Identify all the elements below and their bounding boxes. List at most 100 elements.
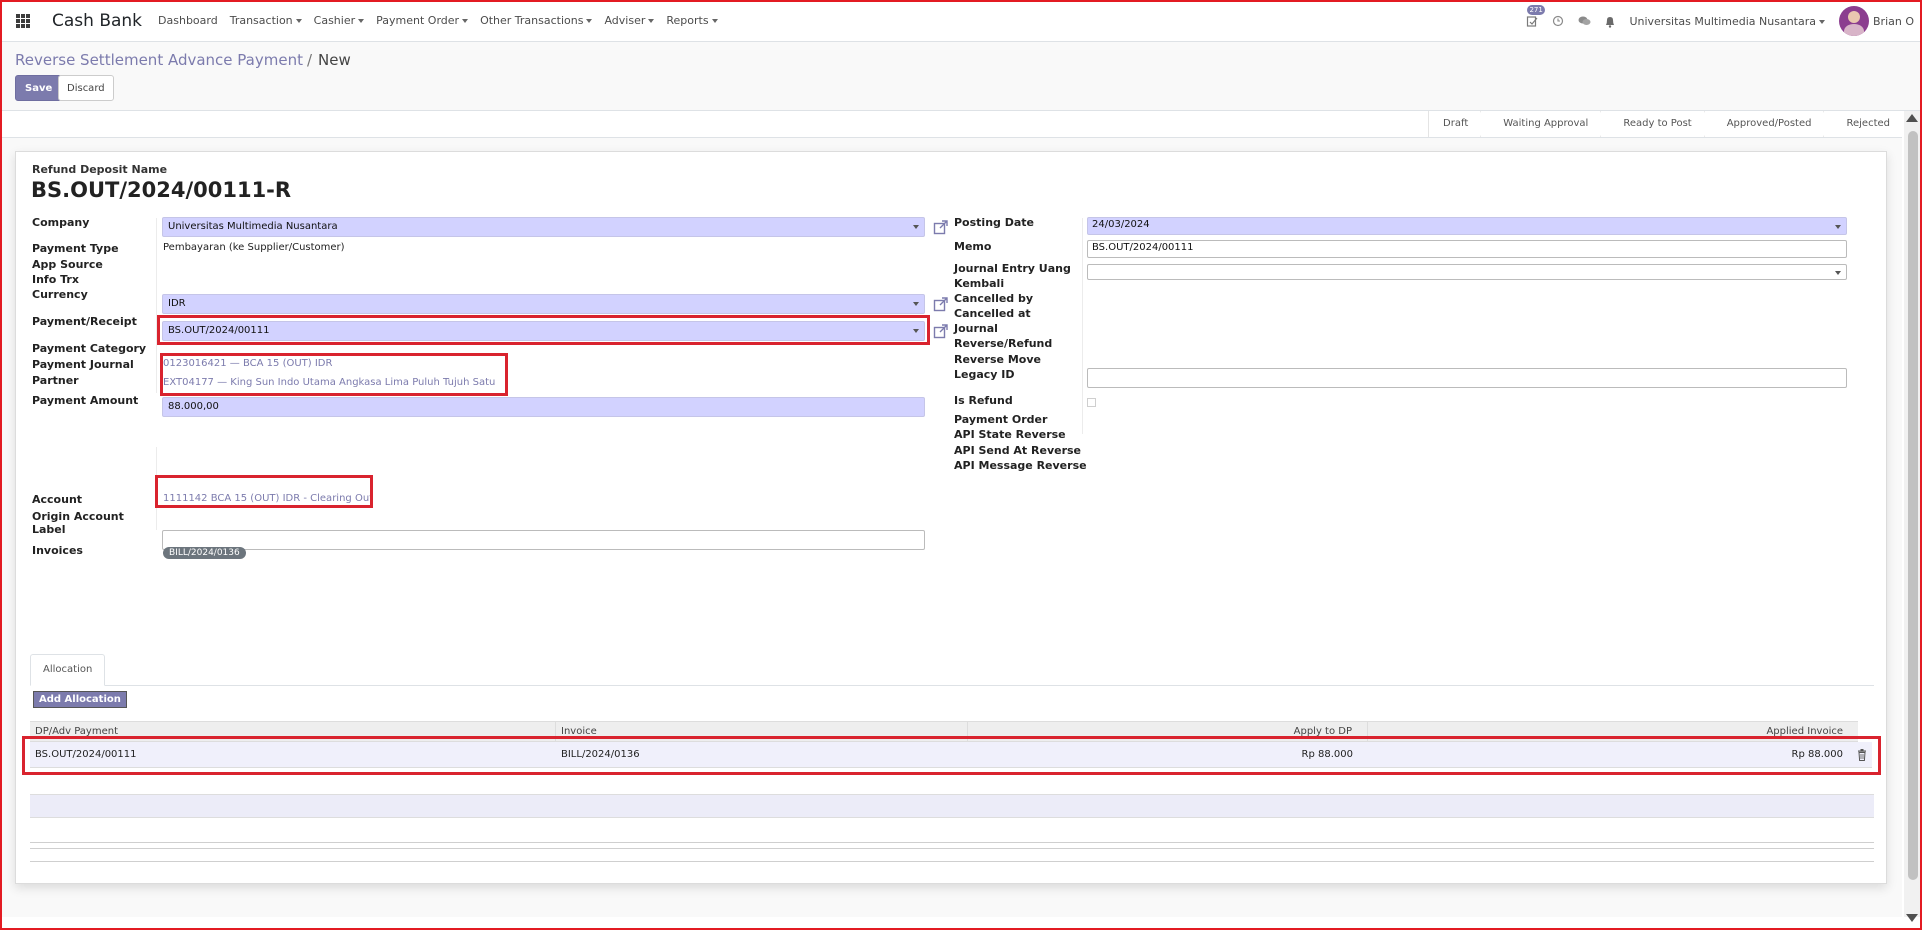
api-state-reverse-label: API State Reverse (954, 428, 1066, 441)
title-label: Refund Deposit Name (32, 163, 168, 176)
reverse-move-label: Reverse Move (954, 353, 1041, 366)
account-link[interactable]: 1111142 BCA 15 (OUT) IDR - Clearing Out (163, 493, 373, 504)
status-bar: Draft Waiting Approval Ready to Post App… (2, 111, 1902, 138)
tabs-baseline (30, 685, 1874, 686)
menu-cashier[interactable]: Cashier (314, 14, 365, 27)
app-name[interactable]: Cash Bank (52, 11, 142, 31)
left-group-separator (156, 218, 157, 393)
status-step-rejected[interactable]: Rejected (1823, 111, 1902, 137)
breadcrumb: Reverse Settlement Advance Payment / New (15, 51, 351, 69)
partner-link[interactable]: EXT04177 — King Sun Indo Utama Angkasa L… (163, 377, 495, 388)
partner-label: Partner (32, 374, 79, 387)
col-dp-adv-payment[interactable]: DP/Adv Payment (30, 722, 556, 742)
is-refund-checkbox[interactable] (1087, 398, 1096, 407)
journal-entry-label: Journal Entry Uang (954, 262, 1071, 275)
table-footer-line-2 (30, 848, 1874, 849)
top-navbar: Cash Bank Dashboard Transaction Cashier … (0, 0, 1922, 42)
col-invoice[interactable]: Invoice (556, 722, 968, 742)
origin-account-label: Origin Account (32, 510, 124, 523)
record-name: BS.OUT/2024/00111-R (31, 178, 292, 202)
activity-icon[interactable]: 271 (1525, 5, 1545, 28)
company-select[interactable]: Universitas Multimedia Nusantara (162, 217, 925, 237)
posting-date-input[interactable]: 24/03/2024 (1087, 217, 1847, 235)
journal-entry-label-2: Kembali (954, 277, 1005, 290)
user-avatar[interactable] (1839, 6, 1869, 36)
add-allocation-button[interactable]: Add Allocation (33, 691, 127, 708)
external-link-icon[interactable] (933, 219, 949, 235)
currency-select[interactable]: IDR (162, 294, 925, 314)
bell-icon[interactable] (1603, 14, 1617, 28)
chevron-down-icon (1819, 19, 1825, 24)
legacy-id-input[interactable] (1087, 368, 1847, 388)
company-label: Company (32, 216, 90, 229)
menu-reports[interactable]: Reports (666, 14, 718, 27)
status-step-ready-to-post[interactable]: Ready to Post (1600, 111, 1711, 137)
status-step-draft[interactable]: Draft (1428, 111, 1487, 137)
chevron-down-icon (913, 302, 919, 306)
company-switcher[interactable]: Universitas Multimedia Nusantara (1629, 15, 1825, 28)
discard-button[interactable]: Discard (58, 75, 114, 101)
col-applied-invoice[interactable]: Applied Invoice (1368, 722, 1858, 742)
payment-amount-label: Payment Amount (32, 394, 139, 407)
main-menu: Dashboard Transaction Cashier Payment Or… (158, 14, 730, 27)
cancelled-at-label: Cancelled at (954, 307, 1031, 320)
table-row[interactable]: BS.OUT/2024/00111 BILL/2024/0136 Rp 88.0… (30, 742, 1872, 768)
table-empty-row (30, 794, 1874, 818)
label-input[interactable] (162, 530, 925, 550)
payment-order-label: Payment Order (954, 413, 1048, 426)
payment-amount-input[interactable]: 88.000,00 (162, 397, 925, 417)
table-bottom-line (30, 861, 1874, 862)
control-panel: Reverse Settlement Advance Payment / New S… (0, 42, 1922, 111)
col-apply-to-dp[interactable]: Apply to DP (968, 722, 1368, 742)
legacy-id-label: Legacy ID (954, 368, 1015, 381)
breadcrumb-parent[interactable]: Reverse Settlement Advance Payment (15, 51, 303, 69)
info-trx-label: Info Trx (32, 273, 79, 286)
chevron-down-icon (358, 19, 365, 23)
menu-payment-order[interactable]: Payment Order (376, 14, 469, 27)
posting-date-label: Posting Date (954, 216, 1035, 229)
chat-icon[interactable] (1577, 14, 1591, 28)
api-send-reverse-label: API Send At Reverse (954, 444, 1082, 457)
external-link-icon[interactable] (933, 323, 949, 339)
cancelled-by-label: Cancelled by (954, 292, 1034, 305)
payment-type-label: Payment Type (32, 242, 119, 255)
payment-receipt-select[interactable]: BS.OUT/2024/00111 (162, 321, 925, 341)
chevron-down-icon (711, 19, 718, 23)
scroll-up-icon[interactable] (1906, 114, 1918, 122)
form-view: Draft Waiting Approval Ready to Post App… (2, 111, 1902, 917)
status-step-waiting-approval[interactable]: Waiting Approval (1480, 111, 1607, 137)
navbar-systray: 271 Universitas Multimedia Nusantara Bri… (1525, 0, 1922, 42)
apps-menu-icon[interactable] (16, 13, 30, 28)
status-step-approved-posted[interactable]: Approved/Posted (1703, 111, 1830, 137)
menu-other-transactions[interactable]: Other Transactions (480, 14, 593, 27)
payment-journal-label: Payment Journal (32, 358, 134, 371)
trash-icon[interactable] (1857, 749, 1867, 761)
save-button[interactable]: Save (15, 75, 63, 101)
scrollbar-thumb[interactable] (1908, 131, 1918, 880)
tab-allocation[interactable]: Allocation (30, 654, 106, 686)
memo-label: Memo (954, 240, 992, 253)
chevron-down-icon (295, 19, 302, 23)
user-name[interactable]: Brian O (1873, 15, 1914, 28)
chevron-down-icon (462, 19, 469, 23)
row-apply-to-dp: Rp 88.000 (1301, 749, 1353, 760)
invoices-label: Invoices (32, 544, 83, 557)
status-steps: Draft Waiting Approval Ready to Post App… (1428, 111, 1902, 137)
app-source-label: App Source (32, 258, 103, 271)
menu-transaction[interactable]: Transaction (230, 14, 302, 27)
invoice-tag[interactable]: BILL/2024/0136 (163, 547, 246, 559)
external-link-icon[interactable] (933, 296, 949, 312)
clock-icon[interactable] (1551, 14, 1565, 28)
payment-journal-link[interactable]: 0123016421 — BCA 15 (OUT) IDR (163, 358, 332, 369)
menu-adviser[interactable]: Adviser (604, 14, 655, 27)
journal-entry-select[interactable] (1087, 264, 1847, 280)
payment-receipt-label: Payment/Receipt (32, 315, 137, 328)
api-message-reverse-label: API Message Reverse (954, 459, 1087, 472)
breadcrumb-current: New (318, 51, 351, 69)
payment-category-label: Payment Category (32, 342, 147, 355)
memo-input[interactable]: BS.OUT/2024/00111 (1087, 240, 1847, 258)
currency-label: Currency (32, 288, 88, 301)
table-footer-line (30, 842, 1874, 843)
menu-dashboard[interactable]: Dashboard (158, 14, 218, 27)
scroll-down-icon[interactable] (1906, 914, 1918, 922)
